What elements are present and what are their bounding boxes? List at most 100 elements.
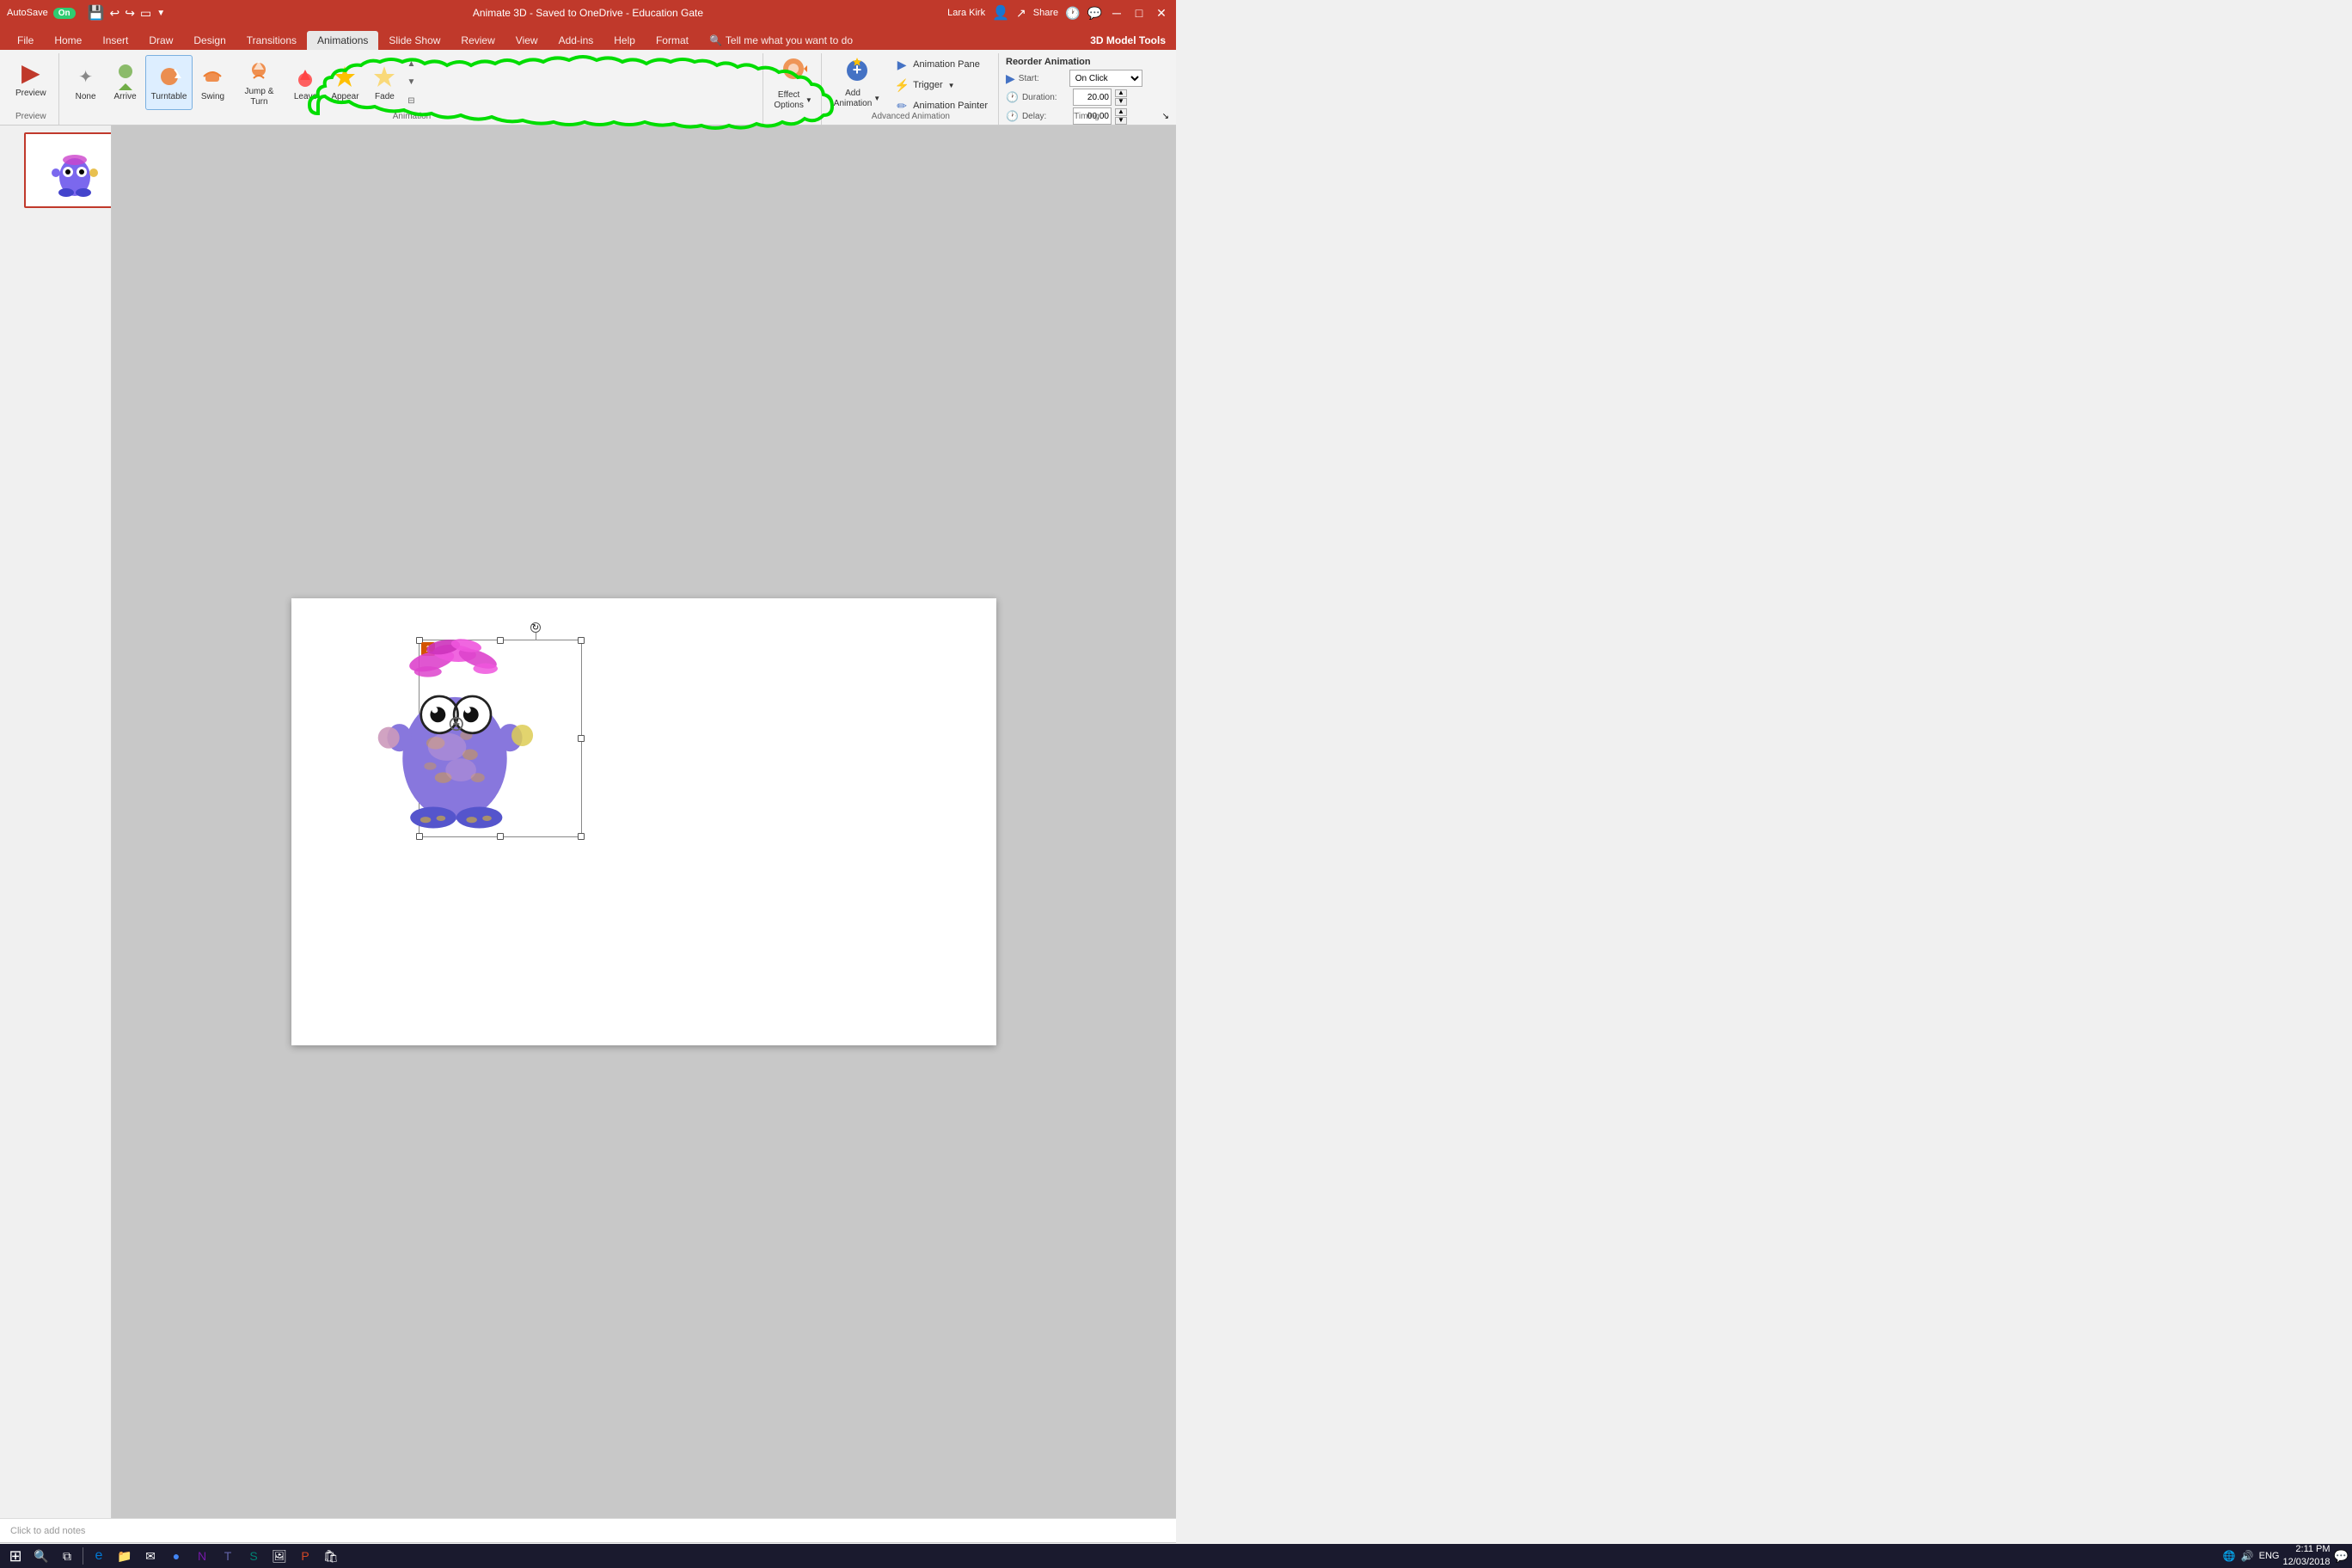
store-app[interactable]: 🛍: [319, 1546, 343, 1566]
hair: [407, 637, 499, 677]
jump-turn-label: Jump & Turn: [237, 87, 280, 107]
history-icon[interactable]: 🕐: [1065, 6, 1080, 21]
sway-app[interactable]: S: [242, 1546, 266, 1566]
onenote-app[interactable]: N: [190, 1546, 214, 1566]
language-indicator[interactable]: ENG: [2259, 1551, 2280, 1561]
appear-icon: [331, 63, 358, 90]
window-title: Animate 3D - Saved to OneDrive - Educati…: [473, 7, 703, 19]
character-model: [360, 624, 549, 839]
share-label[interactable]: Share: [1033, 8, 1058, 18]
ribbon-group-effect-options: EffectOptions ▼: [765, 53, 821, 125]
notification-icon[interactable]: 💬: [2334, 1549, 2349, 1564]
animation-pane-button[interactable]: ▶ Animation Pane: [889, 55, 993, 74]
tab-format[interactable]: Format: [646, 31, 699, 50]
user-icon[interactable]: 👤: [992, 4, 1009, 21]
file-explorer[interactable]: 📁: [113, 1546, 137, 1566]
fade-icon: [371, 63, 398, 90]
tab-draw[interactable]: Draw: [138, 31, 183, 50]
animation-scroll[interactable]: ▲ ▼ ⊟: [404, 55, 418, 110]
photos-app[interactable]: 🖼: [267, 1546, 291, 1566]
trigger-button[interactable]: ⚡ Trigger ▼: [889, 76, 993, 95]
restore-btn[interactable]: □: [1131, 5, 1147, 21]
slide-thumb-container: 1: [3, 132, 107, 208]
system-tray: 🌐 🔊 ENG: [2223, 1550, 2280, 1562]
duration-spinner[interactable]: ▲ ▼: [1115, 89, 1127, 106]
swing-label: Swing: [201, 92, 224, 102]
autosave-toggle[interactable]: On: [53, 8, 76, 19]
ribbon-tabs: File Home Insert Draw Design Transitions…: [0, 26, 1176, 50]
taskbar-right: 🌐 🔊 ENG 2:11 PM 12/03/2018 💬: [2223, 1543, 2349, 1568]
quick-access-dropdown[interactable]: ▼: [156, 9, 165, 18]
edge-browser[interactable]: e: [87, 1546, 111, 1566]
chrome-browser[interactable]: ●: [164, 1546, 188, 1566]
slide-thumbnail[interactable]: [24, 132, 112, 208]
turntable-label: Turntable: [151, 92, 187, 102]
anim-swing[interactable]: Swing: [193, 55, 232, 110]
network-icon[interactable]: 🌐: [2223, 1550, 2236, 1562]
tab-design[interactable]: Design: [183, 31, 236, 50]
taskbar: ⊞ 🔍 ⧉ e 📁 ✉ ● N T S 🖼 P 🛍 🌐 🔊 ENG 2:11 P…: [0, 1544, 2352, 1568]
handle-middle-right[interactable]: [578, 735, 585, 742]
canvas-area[interactable]: ↻ 1: [112, 126, 1176, 1518]
close-btn[interactable]: ✕: [1154, 5, 1169, 21]
add-animation-button[interactable]: + AddAnimation ▼: [829, 55, 885, 110]
tab-review[interactable]: Review: [450, 31, 505, 50]
tab-tell-me[interactable]: 🔍Tell me what you want to do: [699, 31, 863, 50]
appear-label: Appear: [331, 92, 358, 102]
preview-icon: ▶: [21, 58, 40, 87]
anim-leave[interactable]: Leave: [285, 55, 325, 110]
handle-bottom-right[interactable]: [578, 833, 585, 840]
tab-addins[interactable]: Add-ins: [548, 31, 604, 50]
anim-appear[interactable]: Appear: [325, 55, 364, 110]
share-icon[interactable]: ↗: [1016, 6, 1026, 21]
tab-animations[interactable]: Animations: [307, 31, 378, 50]
tab-help[interactable]: Help: [603, 31, 646, 50]
preview-button[interactable]: ▶ Preview: [9, 55, 53, 110]
anim-turntable[interactable]: Turntable: [145, 55, 193, 110]
slide-canvas: ↻ 1: [291, 598, 996, 1045]
add-animation-label: AddAnimation: [834, 89, 872, 109]
tab-file[interactable]: File: [7, 31, 44, 50]
teams-app[interactable]: T: [216, 1546, 240, 1566]
tab-home[interactable]: Home: [44, 31, 92, 50]
timing-expand-icon[interactable]: ↘: [1162, 112, 1169, 121]
clock[interactable]: 2:11 PM 12/03/2018: [2283, 1543, 2331, 1568]
redo-icon[interactable]: ↪: [125, 6, 135, 21]
arrive-label: Arrive: [114, 92, 137, 102]
present-icon[interactable]: ▭: [140, 6, 151, 21]
duration-up[interactable]: ▲: [1115, 89, 1127, 97]
scroll-down-icon[interactable]: ▼: [407, 77, 416, 87]
comments-icon[interactable]: 💬: [1087, 6, 1102, 21]
notes-placeholder: Click to add notes: [10, 1526, 85, 1536]
tab-view[interactable]: View: [505, 31, 548, 50]
tab-transitions[interactable]: Transitions: [236, 31, 307, 50]
task-view-button[interactable]: ⧉: [55, 1546, 79, 1566]
start-button[interactable]: ⊞: [3, 1546, 28, 1566]
effect-options-button[interactable]: EffectOptions ▼: [770, 55, 815, 110]
notes-area[interactable]: Click to add notes: [0, 1518, 1176, 1542]
swing-icon: [199, 63, 226, 90]
powerpoint-app[interactable]: P: [293, 1546, 317, 1566]
minimize-btn[interactable]: ─: [1109, 5, 1124, 21]
duration-input[interactable]: [1073, 89, 1112, 106]
none-icon: ✦: [72, 63, 100, 90]
anim-arrive[interactable]: Arrive: [106, 55, 145, 110]
undo-icon[interactable]: ↩: [110, 6, 120, 21]
anim-fade[interactable]: Fade: [364, 55, 404, 110]
handle-top-right[interactable]: [578, 637, 585, 644]
search-button[interactable]: 🔍: [29, 1546, 53, 1566]
anim-jump-turn[interactable]: Jump & Turn: [232, 55, 285, 110]
scroll-up-icon[interactable]: ▲: [407, 59, 416, 69]
start-select[interactable]: On Click With Previous After Previous: [1069, 70, 1142, 87]
mail-app[interactable]: ✉: [138, 1546, 162, 1566]
volume-icon[interactable]: 🔊: [2241, 1550, 2254, 1562]
turntable-icon: [156, 63, 183, 90]
tab-insert[interactable]: Insert: [92, 31, 138, 50]
tab-slideshow[interactable]: Slide Show: [378, 31, 450, 50]
save-icon[interactable]: 💾: [88, 4, 105, 21]
duration-down[interactable]: ▼: [1115, 98, 1127, 106]
scroll-expand-icon[interactable]: ⊟: [407, 96, 414, 106]
anim-none[interactable]: ✦ None: [66, 55, 106, 110]
jump-turn-icon: [245, 58, 273, 85]
animation-group-label: Animation: [61, 112, 763, 121]
